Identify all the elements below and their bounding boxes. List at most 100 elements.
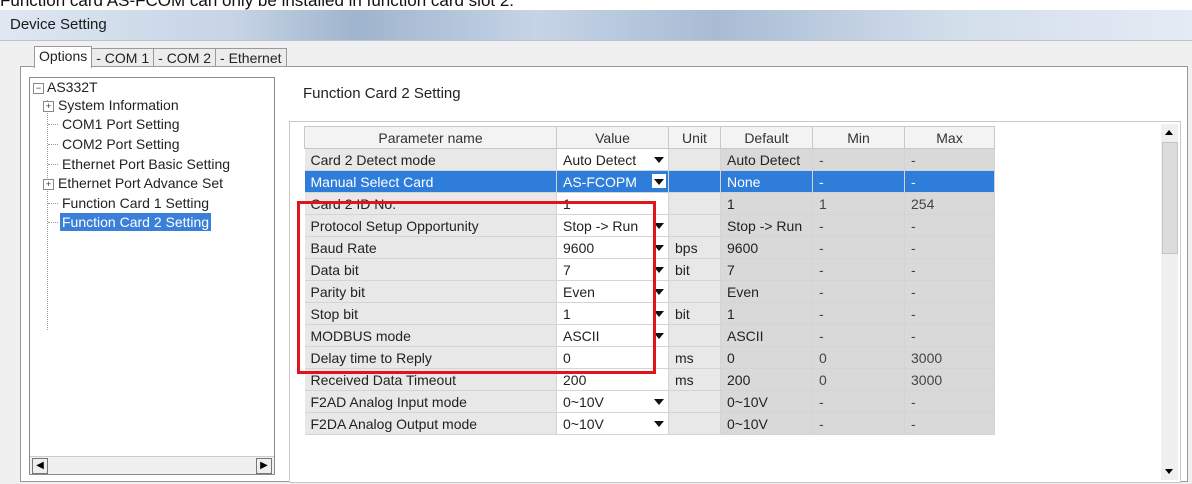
min-cell: -: [812, 302, 905, 325]
tree-item-com1-port-setting[interactable]: COM1 Port Setting: [62, 115, 180, 133]
value-cell[interactable]: 200: [556, 368, 669, 391]
tree-root-as332t[interactable]: AS332T: [47, 78, 98, 96]
dropdown-arrow-icon[interactable]: [652, 284, 666, 298]
dropdown-arrow-icon[interactable]: [652, 152, 666, 166]
options-panel: − AS332T + System Information COM1 Port …: [20, 66, 1188, 483]
col-unit[interactable]: Unit: [668, 126, 721, 149]
dropdown-arrow-icon[interactable]: [652, 262, 666, 276]
value-cell[interactable]: 0~10V: [556, 412, 669, 435]
tree-item-system-information[interactable]: System Information: [58, 96, 179, 114]
value-cell[interactable]: 1: [556, 302, 669, 325]
table-row[interactable]: Card 2 Detect mode Auto Detect Auto Detect…: [304, 148, 995, 171]
table-row[interactable]: Delay time to Reply 0 ms 0 0 3000: [304, 346, 995, 369]
value-cell[interactable]: ASCII: [556, 324, 669, 347]
tab-com2[interactable]: - COM 2: [153, 48, 217, 68]
unit-cell: [668, 412, 721, 435]
default-cell-text: 0: [727, 349, 735, 366]
max-cell: 254: [904, 192, 995, 215]
min-cell-text: -: [819, 327, 824, 344]
table-row[interactable]: Manual Select Card AS-FCOPM None - -: [304, 170, 995, 193]
table-row[interactable]: Parity bit Even Even - -: [304, 280, 995, 303]
max-cell: -: [904, 214, 995, 237]
scroll-left-icon[interactable]: ◀: [32, 458, 48, 474]
max-cell: -: [904, 280, 995, 303]
default-cell: 0~10V: [720, 412, 813, 435]
value-cell[interactable]: Stop -> Run: [556, 214, 669, 237]
window-title: Device Setting: [10, 16, 107, 33]
expand-icon[interactable]: +: [43, 101, 54, 112]
table-row[interactable]: Baud Rate 9600 bps 9600 - -: [304, 236, 995, 259]
unit-cell: [668, 148, 721, 171]
table-row[interactable]: Card 2 ID No. 1 1 1 254: [304, 192, 995, 215]
max-cell: -: [904, 390, 995, 413]
tree-item-function-card-2[interactable]: Function Card 2 Setting: [60, 213, 212, 231]
unit-cell: ms: [668, 346, 721, 369]
dropdown-arrow-icon[interactable]: [652, 174, 666, 188]
table-row[interactable]: Stop bit 1 bit 1 - -: [304, 302, 995, 325]
unit-cell: [668, 214, 721, 237]
value-cell-text: Even: [563, 283, 595, 300]
settings-tree[interactable]: − AS332T + System Information COM1 Port …: [29, 77, 275, 475]
tree-item-function-card-1[interactable]: Function Card 1 Setting: [62, 194, 209, 212]
col-value[interactable]: Value: [556, 126, 669, 149]
scroll-right-icon[interactable]: ▶: [256, 458, 272, 474]
default-cell: 9600: [720, 236, 813, 259]
tab-options[interactable]: Options: [34, 46, 93, 68]
default-cell-text: 0~10V: [727, 393, 768, 410]
table-row[interactable]: Received Data Timeout 200 ms 200 0 3000: [304, 368, 995, 391]
value-cell[interactable]: 1: [556, 192, 669, 215]
parameter-table: Parameter name Value Unit Default Min Ma…: [304, 126, 995, 435]
value-cell[interactable]: 7: [556, 258, 669, 281]
table-row[interactable]: F2AD Analog Input mode 0~10V 0~10V - -: [304, 390, 995, 413]
col-min[interactable]: Min: [812, 126, 905, 149]
table-row[interactable]: MODBUS mode ASCII ASCII - -: [304, 324, 995, 347]
tab-ethernet[interactable]: - Ethernet: [215, 48, 287, 68]
grid-vertical-scrollbar[interactable]: [1161, 124, 1178, 480]
max-cell-text: -: [911, 305, 916, 322]
col-max[interactable]: Max: [904, 126, 995, 149]
value-cell[interactable]: Auto Detect: [556, 148, 669, 171]
value-cell-text: 0~10V: [563, 415, 604, 432]
value-cell[interactable]: Even: [556, 280, 669, 303]
value-cell[interactable]: AS-FCOPM: [556, 170, 669, 193]
param-name-cell: Parity bit: [304, 280, 557, 303]
tree-item-ethernet-advance[interactable]: Ethernet Port Advance Set: [58, 174, 223, 192]
value-cell[interactable]: 0: [556, 346, 669, 369]
col-parameter-name[interactable]: Parameter name: [304, 126, 557, 149]
expand-icon[interactable]: +: [43, 179, 54, 190]
tree-item-com2-port-setting[interactable]: COM2 Port Setting: [62, 135, 180, 153]
table-row[interactable]: Protocol Setup Opportunity Stop -> Run Sto…: [304, 214, 995, 237]
param-name-cell-text: Data bit: [310, 261, 359, 278]
value-cell[interactable]: 0~10V: [556, 390, 669, 413]
value-cell-text: 9600: [563, 239, 595, 256]
tree-item-ethernet-basic[interactable]: Ethernet Port Basic Setting: [62, 155, 230, 173]
table-row[interactable]: Data bit 7 bit 7 - -: [304, 258, 995, 281]
scroll-up-icon[interactable]: [1165, 130, 1173, 135]
max-cell: -: [904, 324, 995, 347]
max-cell: -: [904, 412, 995, 435]
default-cell-text: Even: [727, 283, 759, 300]
dropdown-arrow-icon[interactable]: [652, 416, 666, 430]
tab-com1[interactable]: - COM 1: [91, 48, 155, 68]
value-cell[interactable]: 9600: [556, 236, 669, 259]
dropdown-arrow-icon[interactable]: [652, 218, 666, 232]
min-cell-text: -: [819, 239, 824, 256]
tab-strip: Options - COM 1 - COM 2 - Ethernet: [34, 46, 287, 68]
col-default[interactable]: Default: [720, 126, 813, 149]
scroll-thumb[interactable]: [1162, 142, 1178, 254]
param-name-cell: Protocol Setup Opportunity: [304, 214, 557, 237]
tree-horizontal-scrollbar[interactable]: ◀ ▶: [30, 456, 274, 474]
default-cell: 200: [720, 368, 813, 391]
dropdown-arrow-icon[interactable]: [652, 394, 666, 408]
min-cell: 0: [812, 346, 905, 369]
collapse-icon[interactable]: −: [33, 83, 44, 94]
dropdown-arrow-icon[interactable]: [652, 240, 666, 254]
dropdown-arrow-icon[interactable]: [652, 328, 666, 342]
min-cell: 0: [812, 368, 905, 391]
table-row[interactable]: F2DA Analog Output mode 0~10V 0~10V - -: [304, 412, 995, 435]
default-cell: Even: [720, 280, 813, 303]
unit-cell-text: ms: [675, 349, 694, 366]
scroll-down-icon[interactable]: [1165, 469, 1173, 474]
dropdown-arrow-icon[interactable]: [652, 306, 666, 320]
param-name-cell: F2AD Analog Input mode: [304, 390, 557, 413]
